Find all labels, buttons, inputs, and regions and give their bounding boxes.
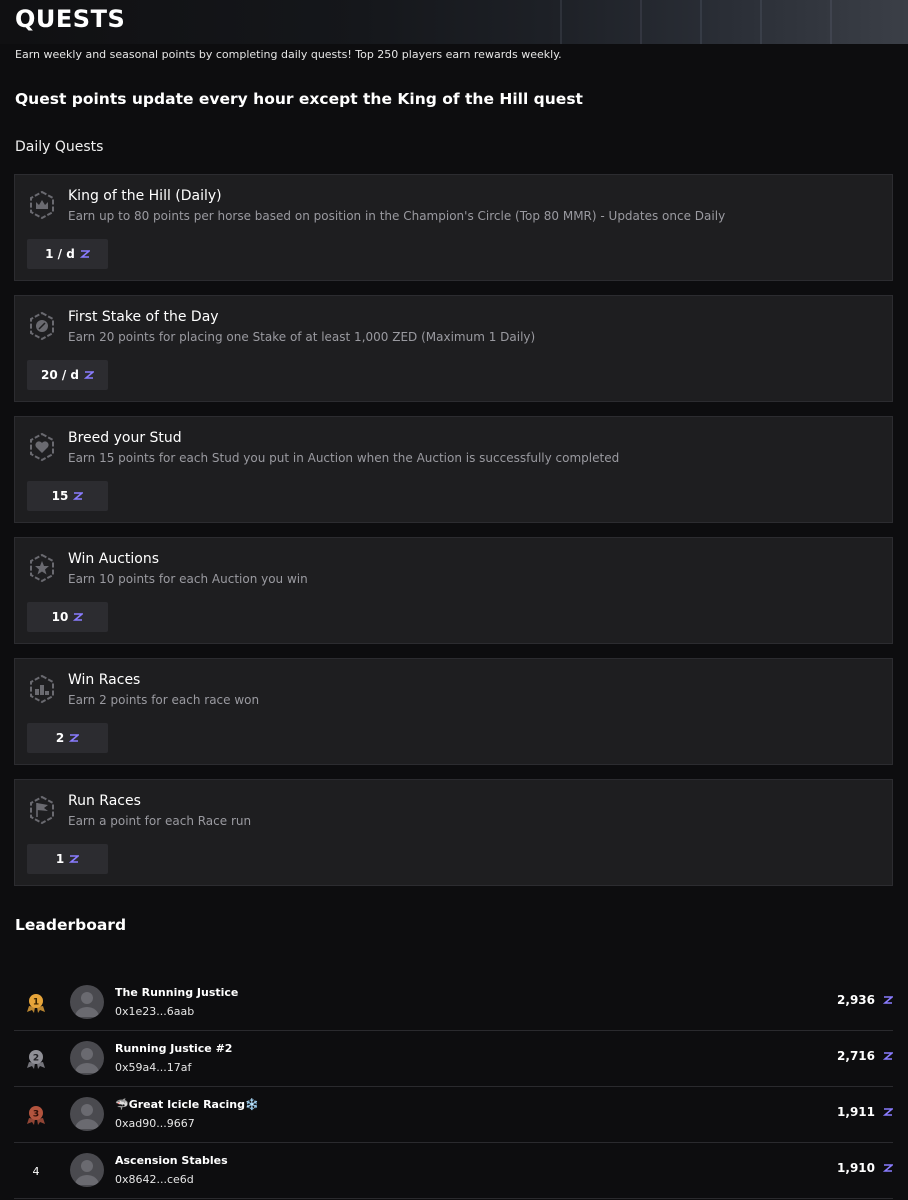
quest-description: Earn up to 80 points per horse based on …	[68, 209, 726, 223]
podium-shield-icon	[30, 674, 54, 704]
quest-title: Run Races	[68, 793, 141, 809]
zed-token-icon	[84, 371, 95, 379]
update-notice: Quest points update every hour except th…	[15, 90, 583, 108]
leaderboard-row[interactable]: 4 Ascension Stables 0x8642...ce6d 1,910	[14, 1143, 893, 1199]
quest-reward-value: 20 / d	[40, 368, 80, 382]
coin-shield-icon	[30, 311, 54, 341]
leaderboard-row[interactable]: 2 Running Justice #2 0x59a4...17af 2,716	[14, 1031, 893, 1087]
rank-number: 3	[33, 1110, 39, 1120]
zed-token-icon	[79, 250, 90, 258]
daily-quests-heading: Daily Quests	[15, 139, 104, 155]
leaderboard-row[interactable]: 3 🦈Great Icicle Racing❄️ 0xad90...9667 1…	[14, 1087, 893, 1143]
quest-reward-value: 2	[55, 731, 65, 745]
player-points: 1,911	[773, 1105, 893, 1119]
rank-number: 2	[33, 1054, 39, 1064]
leaderboard-heading: Leaderboard	[15, 916, 127, 934]
quest-title: Win Auctions	[68, 551, 160, 567]
heart-shield-icon	[30, 432, 54, 462]
quest-reward-value: 1	[55, 852, 65, 866]
points-value: 1,911	[837, 1105, 875, 1119]
quest-reward-badge: 1	[27, 844, 108, 874]
zed-token-icon	[883, 1108, 893, 1116]
quest-reward-value: 1 / d	[45, 247, 75, 261]
zed-token-icon	[883, 1164, 893, 1172]
quest-card-breed-stud: Breed your Stud Earn 15 points for each …	[14, 416, 893, 523]
page-title: QUESTS	[15, 5, 126, 33]
quest-card-win-races: Win Races Earn 2 points for each race wo…	[14, 658, 893, 765]
quest-reward-value: 10	[51, 610, 69, 624]
quest-reward-value: 15	[51, 489, 69, 503]
quest-description: Earn 10 points for each Auction you win	[68, 572, 308, 586]
gold-medal-icon: 1	[24, 991, 48, 1015]
quest-title: First Stake of the Day	[68, 309, 219, 325]
flag-shield-icon	[30, 795, 54, 825]
star-shield-icon	[30, 553, 54, 583]
avatar[interactable]	[70, 1041, 104, 1075]
rank-number: 1	[33, 998, 39, 1008]
page-subtitle: Earn weekly and seasonal points by compl…	[15, 48, 562, 61]
player-name[interactable]: Running Justice #2	[115, 1042, 232, 1055]
wallet-address: 0x1e23...6aab	[115, 1005, 195, 1018]
quest-reward-badge: 1 / d	[27, 239, 108, 269]
wallet-address: 0x59a4...17af	[115, 1061, 192, 1074]
quest-description: Earn 2 points for each race won	[68, 693, 260, 707]
quest-title: King of the Hill (Daily)	[68, 188, 222, 204]
quest-card-first-stake: First Stake of the Day Earn 20 points fo…	[14, 295, 893, 402]
quest-reward-badge: 2	[27, 723, 108, 753]
zed-token-icon	[73, 492, 84, 500]
quest-card-win-auctions: Win Auctions Earn 10 points for each Auc…	[14, 537, 893, 644]
zed-token-icon	[69, 855, 80, 863]
quest-reward-badge: 15	[27, 481, 108, 511]
quest-description: Earn 15 points for each Stud you put in …	[68, 451, 620, 465]
points-value: 2,716	[837, 1049, 875, 1063]
points-value: 1,910	[837, 1161, 875, 1175]
quest-title: Win Races	[68, 672, 141, 688]
zed-token-icon	[69, 734, 80, 742]
quest-description: Earn a point for each Race run	[68, 814, 252, 828]
zed-token-icon	[883, 996, 893, 1004]
avatar[interactable]	[70, 1153, 104, 1187]
quest-card-run-races: Run Races Earn a point for each Race run…	[14, 779, 893, 886]
crown-shield-icon	[30, 190, 54, 220]
player-name[interactable]: The Running Justice	[115, 986, 238, 999]
avatar[interactable]	[70, 985, 104, 1019]
quest-card-king-of-the-hill: King of the Hill (Daily) Earn up to 80 p…	[14, 174, 893, 281]
bronze-medal-icon: 3	[24, 1103, 48, 1127]
rank-number: 4	[32, 1164, 40, 1178]
header-banner	[0, 0, 908, 44]
zed-token-icon	[73, 613, 84, 621]
player-name[interactable]: 🦈Great Icicle Racing❄️	[115, 1098, 259, 1111]
wallet-address: 0x8642...ce6d	[115, 1173, 194, 1186]
player-points: 1,910	[773, 1161, 893, 1175]
quest-title: Breed your Stud	[68, 430, 182, 446]
avatar[interactable]	[70, 1097, 104, 1131]
zed-token-icon	[883, 1052, 893, 1060]
player-name[interactable]: Ascension Stables	[115, 1154, 228, 1167]
points-value: 2,936	[837, 993, 875, 1007]
leaderboard-row[interactable]: 1 The Running Justice 0x1e23...6aab 2,93…	[14, 975, 893, 1031]
quest-reward-badge: 10	[27, 602, 108, 632]
wallet-address: 0xad90...9667	[115, 1117, 195, 1130]
player-points: 2,716	[773, 1049, 893, 1063]
player-points: 2,936	[773, 993, 893, 1007]
silver-medal-icon: 2	[24, 1047, 48, 1071]
quest-description: Earn 20 points for placing one Stake of …	[68, 330, 536, 344]
quest-reward-badge: 20 / d	[27, 360, 108, 390]
